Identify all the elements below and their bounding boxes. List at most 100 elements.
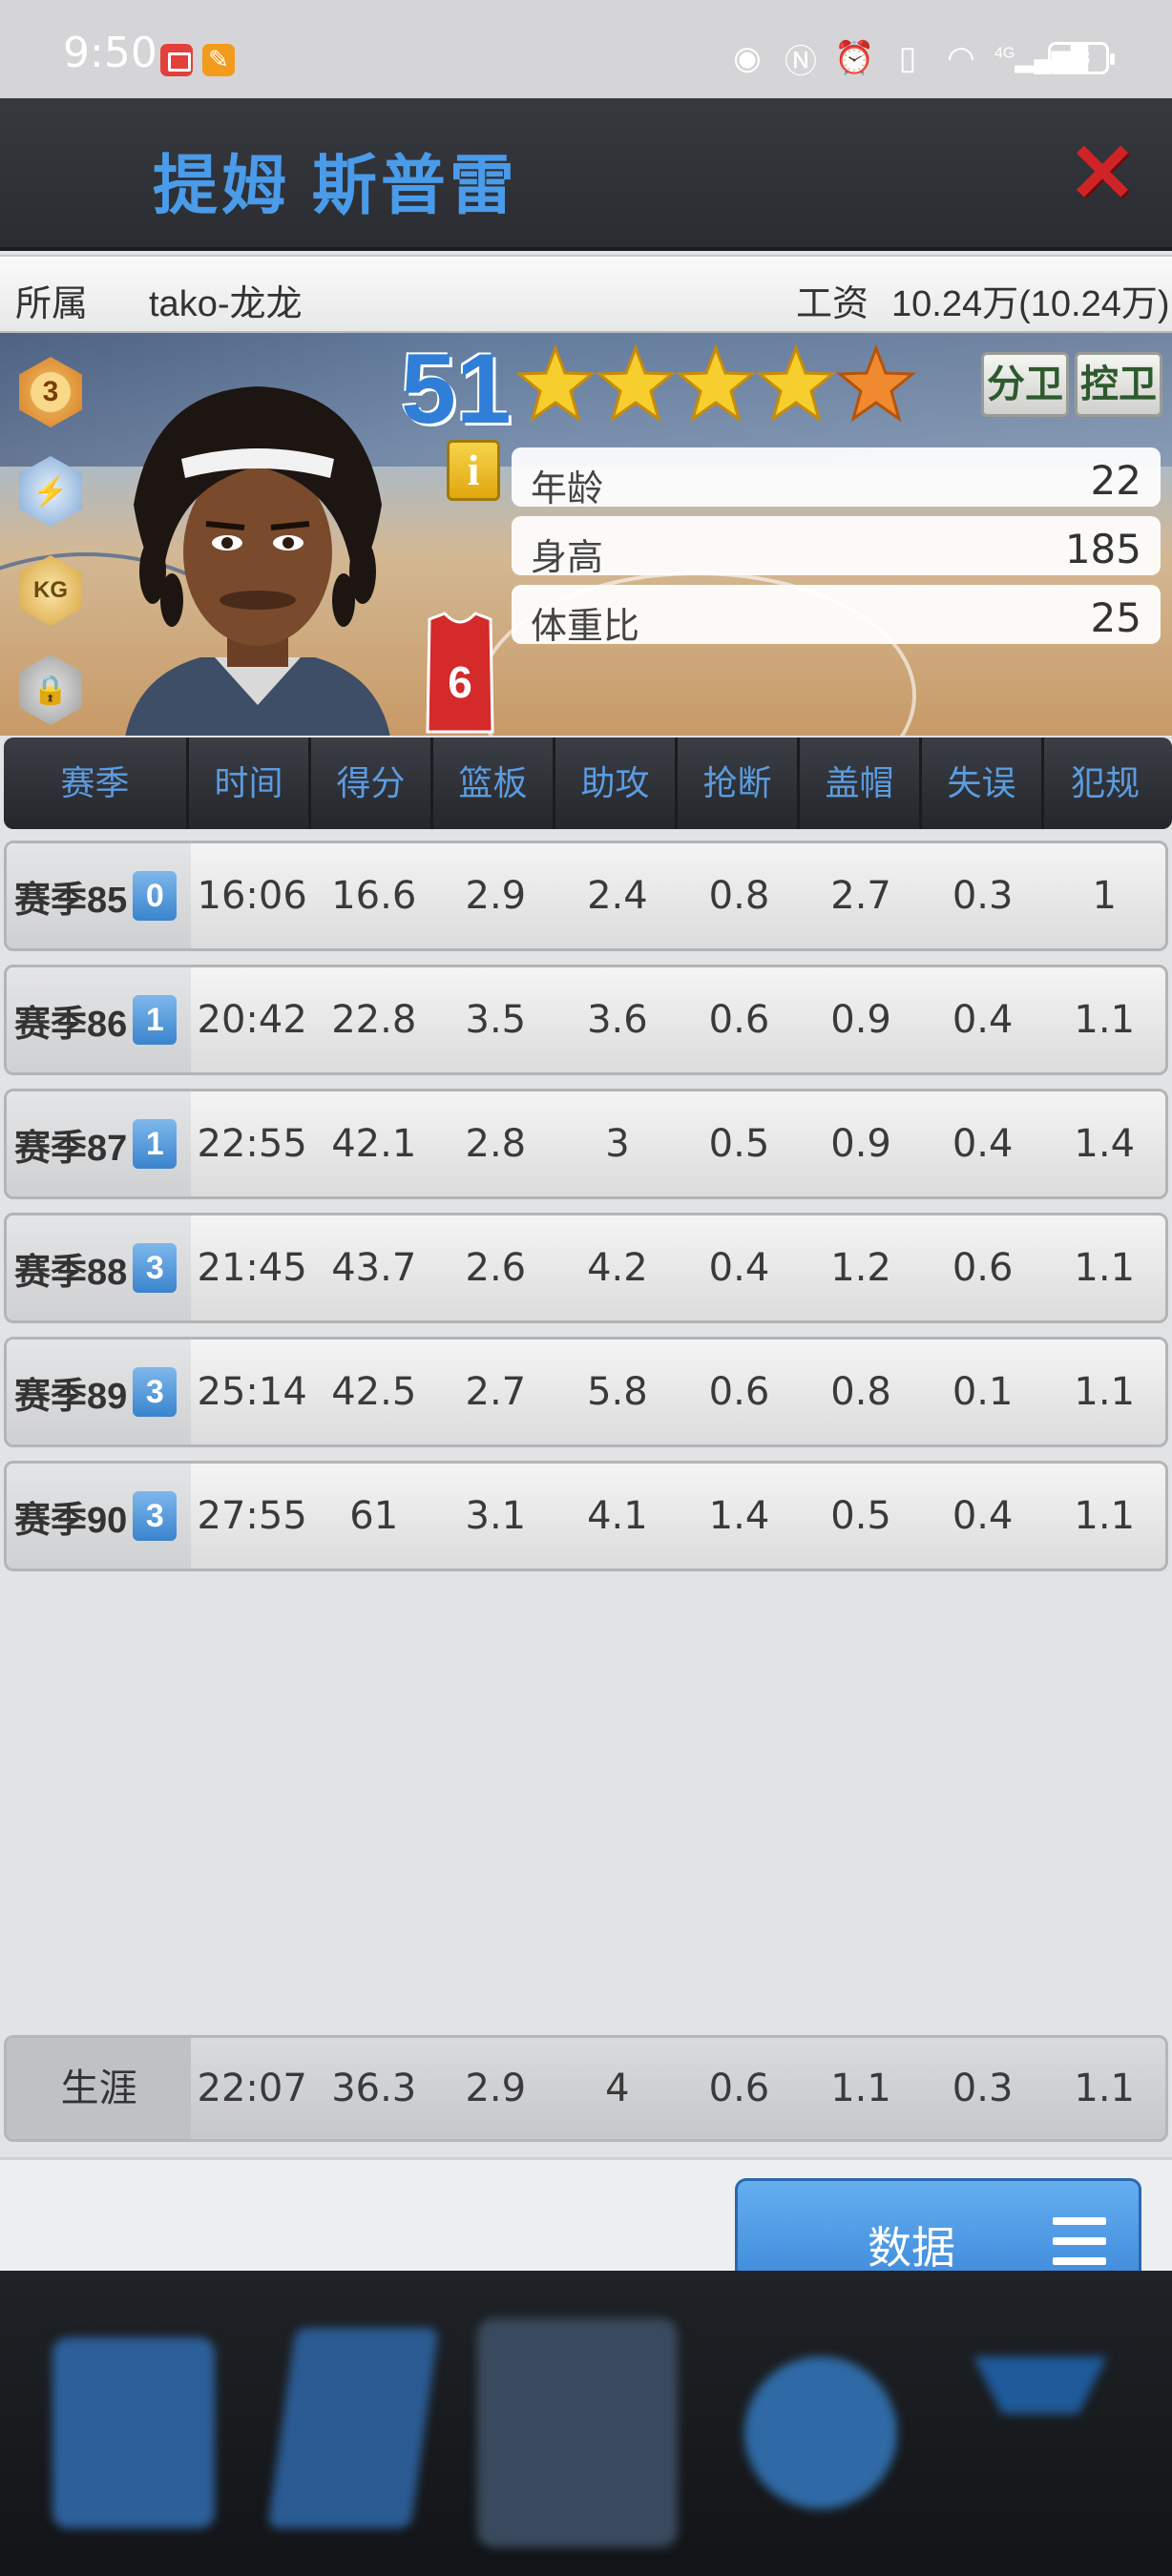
- nfc-icon: Ⓝ: [785, 43, 817, 80]
- notification-app-icon: [160, 44, 193, 76]
- table-row[interactable]: 赛季89 3 25:14 42.5 2.7 5.8 0.6 0.8 0.1 1.1: [4, 1337, 1168, 1447]
- table-row[interactable]: 赛季86 1 20:42 22.8 3.5 3.6 0.6 0.9 0.4 1.1: [4, 965, 1168, 1075]
- header-season: 赛季: [4, 737, 189, 829]
- cell-turnovers: 0.6: [952, 1246, 1014, 1290]
- star-icon: [756, 344, 836, 423]
- season-label: 赛季85: [14, 880, 128, 921]
- attr-age: 年龄 22: [512, 447, 1161, 509]
- player-avatar: [125, 386, 390, 736]
- star-rating: [515, 344, 916, 425]
- cell-turnovers: 0.3: [952, 874, 1014, 918]
- star-icon: [596, 344, 676, 423]
- cell-time: 22:55: [197, 1122, 307, 1166]
- salary-value: 10.24万(10.24万): [891, 284, 1170, 324]
- position-point-guard[interactable]: 控卫: [1075, 352, 1162, 417]
- table-row[interactable]: 赛季87 1 22:55 42.1 2.8 3 0.5 0.9 0.4 1.4: [4, 1089, 1168, 1199]
- career-row: 生涯 22:07 36.3 2.9 4 0.6 1.1 0.3 1.1: [4, 2035, 1168, 2142]
- player-rating: 51: [401, 334, 512, 445]
- cell-fouls: 1.4: [1074, 1122, 1136, 1166]
- header-turnovers: 失误: [922, 737, 1044, 829]
- header-assists: 助攻: [555, 737, 678, 829]
- signal-icon: 4G▂▄▆█: [994, 43, 1089, 73]
- lock-badge-icon[interactable]: 🔒: [17, 652, 84, 728]
- cell-points: 43.7: [331, 1246, 417, 1290]
- eye-icon: ◉: [733, 40, 762, 76]
- cell-turnovers: 0.4: [952, 1122, 1014, 1166]
- cell-assists: 4: [605, 2067, 630, 2110]
- cell-blocks: 0.5: [830, 1494, 891, 1538]
- team-salary-row: 所属 tako-龙龙 工资 10.24万(10.24万): [0, 255, 1172, 333]
- cell-blocks: 0.8: [830, 1370, 891, 1414]
- season-label: 赛季86: [14, 1004, 128, 1045]
- cell-steals: 0.4: [708, 1246, 770, 1290]
- cell-fouls: 1.1: [1074, 1494, 1136, 1538]
- nav-currency-icon[interactable]: [258, 2318, 449, 2547]
- cell-fouls: 1.1: [1074, 2067, 1135, 2110]
- cell-points: 36.3: [331, 2067, 417, 2110]
- cell-time: 21:45: [197, 1246, 307, 1290]
- cell-steals: 0.5: [708, 1122, 770, 1166]
- cell-rebounds: 3.1: [465, 1494, 527, 1538]
- salary-label: 工资: [796, 284, 869, 324]
- wifi-icon: ◠: [947, 40, 975, 76]
- nav-collapse-icon[interactable]: [945, 2318, 1136, 2547]
- svg-text:6: 6: [448, 657, 472, 707]
- nav-ball-icon[interactable]: [725, 2318, 916, 2547]
- cell-points: 16.6: [331, 874, 417, 918]
- cell-assists: 5.8: [587, 1370, 648, 1414]
- cell-blocks: 1.2: [830, 1246, 891, 1290]
- attr-weight-ratio: 体重比 25: [512, 585, 1161, 647]
- info-icon[interactable]: i: [447, 440, 500, 501]
- cell-blocks: 1.1: [830, 2067, 891, 2110]
- table-row[interactable]: 赛季90 3 27:55 61 3.1 4.1 1.4 0.5 0.4 1.1: [4, 1461, 1168, 1571]
- cell-steals: 0.6: [708, 998, 770, 1042]
- tier-badge: 1: [133, 1119, 178, 1169]
- cell-points: 42.1: [331, 1122, 417, 1166]
- position-shooting-guard[interactable]: 分卫: [981, 352, 1069, 417]
- cell-points: 61: [349, 1494, 399, 1538]
- app-screen: 9:50 ◉ Ⓝ ⏰ ▯ ◠ 4G▂▄▆█ 63 提姆 斯普雷 ✕ 所属 tak…: [0, 0, 1172, 2576]
- cell-assists: 4.2: [587, 1246, 648, 1290]
- header-blocks: 盖帽: [800, 737, 922, 829]
- tier-badge: 1: [133, 995, 178, 1045]
- level-badge[interactable]: 3: [17, 354, 84, 430]
- lightning-badge-icon[interactable]: ⚡: [17, 453, 84, 530]
- status-time: 9:50: [63, 29, 157, 77]
- star-icon: [676, 344, 756, 423]
- header-rebounds: 篮板: [433, 737, 555, 829]
- attr-height: 身高 185: [512, 516, 1161, 578]
- player-card: 3 ⚡ KG 🔒 6 51 分卫 控卫 i 年龄 22 身高 185 体重比 2…: [0, 333, 1172, 736]
- half-star-icon: [836, 344, 916, 423]
- cell-fouls: 1.1: [1074, 1370, 1136, 1414]
- close-icon[interactable]: ✕: [1067, 133, 1138, 215]
- table-row[interactable]: 赛季88 3 21:45 43.7 2.6 4.2 0.4 1.2 0.6 1.1: [4, 1213, 1168, 1323]
- cell-rebounds: 2.9: [465, 2067, 527, 2110]
- career-label: 生涯: [7, 2038, 192, 2139]
- season-label: 赛季88: [14, 1252, 128, 1293]
- cell-steals: 1.4: [708, 1494, 770, 1538]
- kg-badge[interactable]: KG: [17, 552, 84, 629]
- table-row[interactable]: 赛季85 0 16:06 16.6 2.9 2.4 0.8 2.7 0.3 1: [4, 841, 1168, 951]
- cell-fouls: 1.1: [1074, 1246, 1136, 1290]
- cell-rebounds: 2.7: [465, 1370, 527, 1414]
- nav-roster-icon[interactable]: [477, 2318, 678, 2547]
- team-value: tako-龙龙: [149, 284, 303, 324]
- header-fouls: 犯规: [1070, 763, 1140, 802]
- cell-time: 20:42: [197, 998, 307, 1042]
- cell-time: 25:14: [197, 1370, 307, 1414]
- cell-rebounds: 2.9: [465, 874, 527, 918]
- data-button-label: 数据: [868, 2223, 955, 2273]
- cell-turnovers: 0.1: [952, 1370, 1014, 1414]
- season-label: 赛季89: [14, 1376, 128, 1417]
- cell-assists: 3.6: [587, 998, 648, 1042]
- cell-rebounds: 3.5: [465, 998, 527, 1042]
- tier-badge: 3: [133, 1367, 178, 1417]
- header-steals: 抢断: [678, 737, 800, 829]
- nav-star-icon[interactable]: [38, 2318, 229, 2547]
- cell-turnovers: 0.3: [952, 2067, 1014, 2110]
- cell-steals: 0.8: [708, 874, 770, 918]
- cell-steals: 0.6: [708, 1370, 770, 1414]
- player-detail-dialog: 提姆 斯普雷 ✕ 所属 tako-龙龙 工资 10.24万(10.24万) 3 …: [0, 98, 1172, 2369]
- cell-blocks: 2.7: [830, 874, 891, 918]
- cell-turnovers: 0.4: [952, 1494, 1014, 1538]
